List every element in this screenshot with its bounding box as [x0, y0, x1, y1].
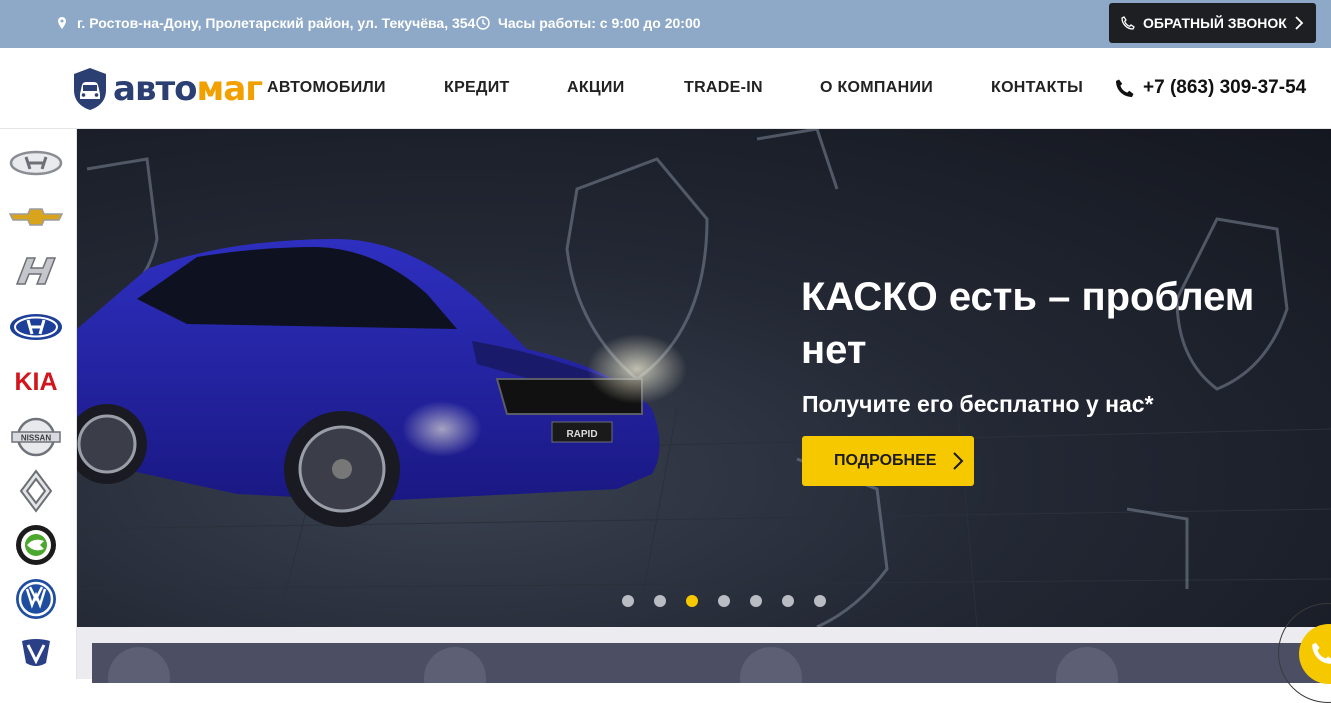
slider-dot-5[interactable]	[750, 595, 762, 607]
chevrolet-logo-icon	[9, 208, 63, 226]
skoda-logo-icon	[16, 525, 56, 565]
hero-subtitle: Получите его бесплатно у нас*	[802, 391, 1154, 417]
top-info-bar: г. Ростов-на-Дону, Пролетарский район, у…	[0, 0, 1331, 48]
main-header: авто маг АВТОМОБИЛИ КРЕДИТ АКЦИИ TRADE-IN…	[0, 48, 1331, 129]
brand-chevrolet[interactable]	[8, 195, 64, 239]
hero-slider: RAPID КАСКО есть – проблем нет Получите …	[77, 129, 1331, 627]
hyundai-logo-icon	[9, 150, 63, 176]
slider-dot-4[interactable]	[718, 595, 730, 607]
venucia-logo-icon	[22, 639, 50, 666]
feature-card-icon-circle	[1056, 647, 1118, 683]
slider-dot-7[interactable]	[814, 595, 826, 607]
location-pin-icon	[58, 17, 66, 29]
brand-skoda[interactable]	[8, 523, 64, 567]
logo-car-shield-icon	[74, 68, 106, 110]
brand-renault[interactable]	[8, 469, 64, 513]
car-plate-text: RAPID	[566, 429, 597, 440]
callback-label: ОБРАТНЫЙ ЗВОНОК	[1143, 15, 1287, 31]
header-phone[interactable]: +7 (863) 309-37-54	[1115, 77, 1306, 99]
site-logo[interactable]: авто маг	[71, 66, 263, 112]
chevron-right-icon	[1295, 16, 1304, 30]
hours-text: Часы работы: с 9:00 до 20:00	[498, 15, 701, 31]
haval-logo-icon	[15, 257, 57, 285]
nissan-logo-icon: NISSAN	[11, 417, 61, 457]
slider-dot-3-active[interactable]	[686, 595, 698, 607]
hyundai-blue-logo-icon	[10, 314, 62, 340]
logo-text-part1: авто	[113, 69, 198, 109]
slider-dot-6[interactable]	[782, 595, 794, 607]
feature-card-2[interactable]	[408, 643, 724, 683]
phone-icon	[1121, 16, 1135, 30]
nav-about[interactable]: О КОМПАНИИ	[820, 79, 933, 97]
slider-pagination	[622, 595, 826, 607]
address-text: г. Ростов-на-Дону, Пролетарский район, у…	[77, 15, 476, 31]
phone-number: +7 (863) 309-37-54	[1143, 77, 1307, 98]
nav-cars[interactable]: АВТОМОБИЛИ	[267, 79, 386, 97]
chevron-right-icon	[953, 452, 964, 470]
brand-hyundai-silver[interactable]	[8, 141, 64, 185]
brand-nissan[interactable]: NISSAN	[8, 415, 64, 459]
slider-dot-1[interactable]	[622, 595, 634, 607]
callback-button[interactable]: ОБРАТНЫЙ ЗВОНОК	[1109, 3, 1316, 43]
logo-text-part2: маг	[196, 69, 263, 109]
nissan-logo-text: NISSAN	[21, 434, 51, 443]
brand-haval[interactable]	[8, 249, 64, 293]
brand-sidebar: KIA NISSAN	[0, 129, 77, 679]
feature-card-icon-circle	[424, 647, 486, 683]
hero-background-image: RAPID	[77, 129, 1331, 627]
kia-logo-text: KIA	[14, 368, 57, 396]
feature-card-3[interactable]	[724, 643, 1040, 683]
nav-credit[interactable]: КРЕДИТ	[444, 79, 510, 97]
brand-venucia[interactable]	[8, 631, 64, 675]
nav-contacts[interactable]: КОНТАКТЫ	[991, 79, 1083, 97]
feature-card-icon-circle	[108, 647, 170, 683]
volkswagen-logo-icon	[16, 579, 56, 619]
brand-kia[interactable]: KIA	[8, 359, 64, 403]
address-info: г. Ростов-на-Дону, Пролетарский район, у…	[55, 15, 475, 31]
brand-hyundai[interactable]	[8, 305, 64, 349]
phone-icon	[1116, 79, 1134, 97]
renault-logo-icon	[19, 469, 53, 513]
hours-info: Часы работы: с 9:00 до 20:00	[476, 15, 701, 31]
more-details-button[interactable]: ПОДРОБНЕЕ	[802, 436, 974, 486]
hero-title: КАСКО есть – проблем нет	[801, 275, 1255, 372]
feature-card-1[interactable]	[92, 643, 408, 683]
brand-volkswagen[interactable]	[8, 577, 64, 621]
kia-logo-icon: KIA	[14, 368, 57, 396]
feature-card-icon-circle	[740, 647, 802, 683]
feature-cards-strip	[77, 627, 1331, 683]
clock-icon	[476, 16, 490, 30]
more-details-label: ПОДРОБНЕЕ	[834, 452, 937, 469]
nav-promotions[interactable]: АКЦИИ	[567, 79, 625, 97]
nav-trade-in[interactable]: TRADE-IN	[684, 79, 763, 97]
slider-dot-2[interactable]	[654, 595, 666, 607]
phone-icon	[1312, 642, 1331, 664]
logo-text: авто маг	[113, 69, 263, 109]
